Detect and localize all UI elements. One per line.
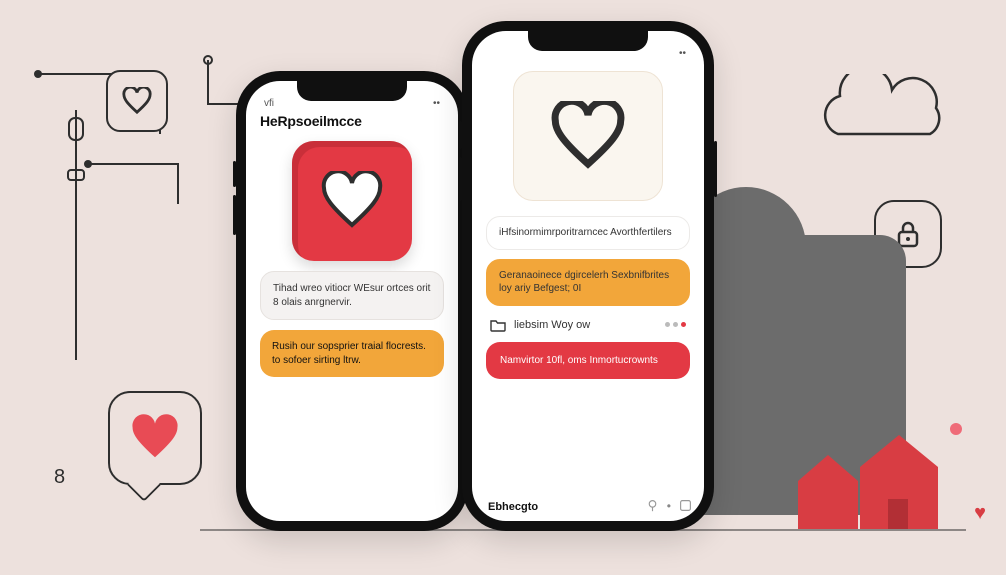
list-item-highlight[interactable]: Geranaoinece dgircelerh Sexbnifbrites lo… xyxy=(486,259,690,306)
heart-icon xyxy=(549,101,627,171)
decor-heart-speech-bubble xyxy=(108,391,202,485)
cloud-icon xyxy=(808,74,958,154)
phone-notch xyxy=(528,31,648,51)
list-item-text: Geranaoinece dgircelerh Sexbnifbrites lo… xyxy=(499,270,669,295)
heart-icon xyxy=(319,171,385,231)
alert-card[interactable]: Namvirtor 10fl, oms Inmortucrownts xyxy=(486,342,690,380)
decor-heart-badge xyxy=(106,70,168,132)
decor-vertical-slider xyxy=(66,110,86,360)
phone-mockup-right: •• iHfsinormimrporitrarncec Avorthfertil… xyxy=(462,21,714,531)
info-card[interactable]: Tihad wreo vitiocr WEsur ortces orit 8 o… xyxy=(260,271,444,320)
phone-mockup-left: vfi •• HeRpsoeilmcce Tihad wreo vitiocr … xyxy=(236,71,468,531)
pin-icon xyxy=(646,499,659,512)
heart-icon xyxy=(122,87,152,115)
list-item[interactable]: iHfsinormimrporitrarncec Avorthfertilers xyxy=(486,216,690,250)
app-title: HeRpsoeilmcce xyxy=(260,113,362,129)
app-header: HeRpsoeilmcce xyxy=(246,111,458,135)
status-left: vfi xyxy=(264,98,274,109)
list-row[interactable]: liebsim Woy ow xyxy=(486,315,690,333)
list-row-label: liebsim Woy ow xyxy=(514,319,590,331)
promo-card[interactable]: Rusih our sopsprier traial flocrests. to… xyxy=(260,330,444,377)
bottom-icons: • xyxy=(646,499,692,513)
folder-icon xyxy=(490,317,506,333)
alert-card-text: Namvirtor 10fl, oms Inmortucrownts xyxy=(500,355,658,366)
app-icon-tile[interactable] xyxy=(292,141,412,261)
status-right-icons: •• xyxy=(433,98,440,109)
bottom-label: Ebhecgto xyxy=(488,501,538,513)
square-icon xyxy=(679,499,692,512)
heart-icon: ♥ xyxy=(974,502,986,525)
list-item-text: iHfsinormimrporitrarncec Avorthfertilers xyxy=(499,227,672,238)
status-right-icons: •• xyxy=(679,48,686,59)
decor-digit: 8 xyxy=(54,466,65,489)
decor-dot xyxy=(950,423,962,435)
info-card-text: Tihad wreo vitiocr WEsur ortces orit 8 o… xyxy=(273,283,430,308)
row-dots xyxy=(665,322,686,327)
heart-icon xyxy=(129,414,181,462)
decor-houses xyxy=(798,419,948,529)
promo-card-text: Rusih our sopsprier traial flocrests. to… xyxy=(272,341,426,366)
phone-notch xyxy=(297,81,407,101)
hero-tile[interactable] xyxy=(513,71,663,201)
